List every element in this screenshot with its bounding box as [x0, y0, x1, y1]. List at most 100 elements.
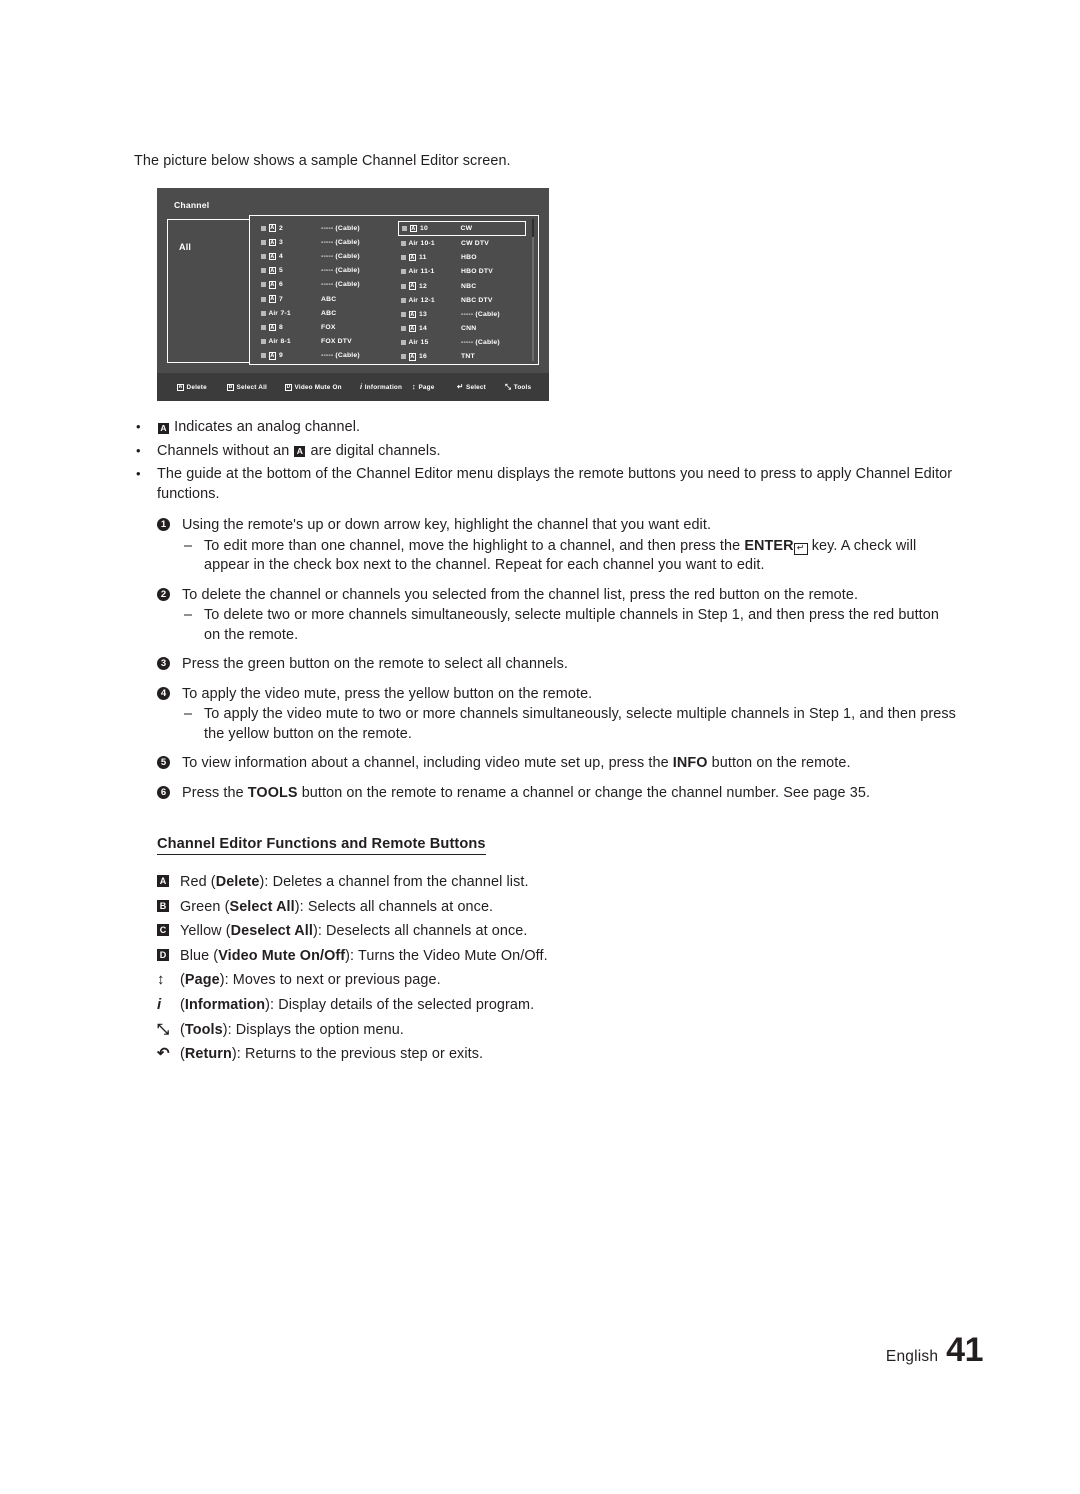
bullet-text-1-post: are digital channels. [306, 442, 441, 459]
tv-channel-row[interactable]: A 12 NBC [398, 279, 526, 293]
guide-item-page[interactable]: ↕ Page [412, 383, 435, 391]
step-number: 4 [157, 686, 170, 700]
channel-name: ----- (Cable) [321, 281, 360, 289]
legend-text-post: ): Moves to next or previous page. [219, 972, 441, 989]
tv-channel-row[interactable]: A 16 TNT [398, 350, 526, 364]
step-text: To view information about a channel, inc… [182, 754, 957, 774]
legend-row: D Blue (Video Mute On/Off): Turns the Vid… [157, 944, 717, 969]
tv-channel-row[interactable]: Air 7-1 ABC [258, 306, 382, 320]
channel-number: 4 [279, 252, 283, 260]
guide-item-label: Information [364, 383, 403, 391]
tv-channel-row[interactable]: A 5 ----- (Cable) [258, 264, 382, 278]
tools-icon: ⤡ [157, 1020, 170, 1038]
guide-item-information[interactable]: i Information [360, 383, 402, 391]
tv-channel-row[interactable]: A 6 ----- (Cable) [258, 278, 382, 292]
tv-channel-row[interactable]: A 8 FOX [258, 320, 382, 334]
channel-checkbox[interactable] [401, 269, 406, 275]
legend-function-name: Delete [215, 874, 260, 890]
tv-channel-row[interactable]: A 3 ----- (Cable) [258, 235, 382, 249]
bullet-text-1-pre: Channels without an [157, 442, 294, 459]
tv-menu-title: Channel [174, 200, 210, 210]
channel-number: 11-1 [420, 268, 435, 276]
guide-item-select[interactable]: ↵ Select [457, 383, 486, 391]
information-icon: i [157, 995, 162, 1013]
guide-item-select-all[interactable]: B Select All [227, 383, 267, 391]
step-number: 6 [157, 785, 170, 799]
legend-function-name: Video Mute On/Off [218, 947, 346, 964]
channel-checkbox[interactable] [401, 297, 406, 303]
analog-badge-icon: A [408, 253, 416, 262]
legend-row: B Green (Select All): Selects all channel… [157, 895, 717, 920]
channel-checkbox[interactable] [401, 311, 406, 317]
step-text: Press the TOOLS button on the remote to … [182, 784, 957, 804]
channel-checkbox[interactable] [261, 296, 266, 302]
tv-list-scrollbar[interactable] [532, 219, 534, 361]
channel-number: 8 [279, 323, 283, 331]
guide-item-delete[interactable]: A Delete [177, 383, 207, 391]
blue-key-icon: D [157, 948, 169, 961]
return-icon: ↶ [157, 1045, 170, 1063]
legend-row: A Red (Delete): Deletes a channel from th… [157, 870, 717, 895]
sub-text-pre: To edit more than one channel, move the … [204, 537, 745, 554]
channel-checkbox[interactable] [401, 283, 406, 289]
channel-checkbox[interactable] [261, 282, 266, 288]
channel-name: ABC [321, 309, 337, 317]
tv-channel-row[interactable]: A 13 ----- (Cable) [398, 307, 526, 321]
notes-bullet-list: A Indicates an analog channel. Channels … [130, 417, 960, 508]
channel-checkbox[interactable] [261, 239, 266, 245]
step-number: 2 [157, 587, 170, 601]
guide-item-tools[interactable]: ⤡ Tools [505, 383, 531, 391]
channel-checkbox[interactable] [401, 340, 406, 346]
legend-text-post: ): Display details of the selected progr… [265, 996, 535, 1013]
legend-row: ↕ (Page): Moves to next or previous page. [157, 968, 717, 993]
channel-checkbox[interactable] [401, 255, 406, 261]
channel-checkbox[interactable] [261, 339, 266, 345]
tv-channel-row[interactable]: Air 10-1 CW DTV [398, 236, 526, 250]
enter-label: ENTER [744, 537, 794, 554]
channel-checkbox[interactable] [261, 225, 266, 231]
step-number: 3 [157, 657, 170, 670]
step-sub-item: To delete two or more channels simultane… [182, 606, 957, 645]
analog-badge-icon: A [408, 324, 416, 333]
tv-channel-row[interactable]: A 7 ABC [258, 292, 382, 306]
tv-channel-row[interactable]: A 14 CNN [398, 322, 526, 336]
channel-name: CNN [461, 325, 477, 333]
tv-channel-row[interactable]: A 10 CW [398, 221, 526, 237]
tv-channel-row[interactable]: Air 11-1 HBO DTV [398, 265, 526, 279]
channel-checkbox[interactable] [261, 324, 266, 330]
green-key-icon: B [157, 899, 169, 912]
tv-channel-row[interactable]: A 11 HBO [398, 251, 526, 265]
channel-checkbox[interactable] [402, 226, 407, 232]
legend-text-post: ): Selects all channels at once. [294, 898, 494, 915]
channel-checkbox[interactable] [261, 268, 266, 274]
tv-channel-row[interactable]: A 4 ----- (Cable) [258, 249, 382, 263]
tv-channel-row[interactable]: Air 12-1 NBC DTV [398, 293, 526, 307]
channel-name: ----- (Cable) [461, 339, 500, 347]
information-icon: i [360, 382, 363, 392]
legend-text-pre: Yellow ( [180, 923, 231, 940]
channel-checkbox[interactable] [401, 326, 406, 332]
channel-checkbox[interactable] [401, 240, 406, 246]
tv-channel-row[interactable]: A 2 ----- (Cable) [258, 221, 382, 235]
channel-number: 6 [279, 281, 283, 289]
channel-checkbox[interactable] [261, 353, 266, 359]
bullet-digital-channels: Channels without an A are digital channe… [130, 441, 960, 462]
tv-channel-list-panel: A 2 ----- (Cable) A 3 ----- (Cable) A 4 ----- (C… [249, 215, 539, 365]
guide-item-video-mute-on[interactable]: D Video Mute On [285, 383, 342, 391]
red-key-icon: A [157, 875, 169, 887]
tv-list-scrollbar-thumb[interactable] [532, 219, 534, 237]
channel-checkbox[interactable] [261, 310, 266, 316]
legend-row: C Yellow (Deselect All): Deselects all ch… [157, 919, 717, 944]
channel-checkbox[interactable] [261, 253, 266, 259]
tv-channel-row[interactable]: A 9 ----- (Cable) [258, 349, 382, 363]
channel-name: ABC [321, 295, 337, 303]
channel-checkbox[interactable] [401, 354, 406, 360]
air-label: Air [268, 338, 278, 346]
analog-badge-icon: A [408, 282, 416, 290]
channel-name: FOX DTV [321, 338, 352, 346]
tv-channel-row[interactable]: Air 15 ----- (Cable) [398, 336, 526, 350]
channel-name: ----- (Cable) [321, 224, 360, 232]
tv-channel-row[interactable]: Air 8-1 FOX DTV [258, 335, 382, 349]
tv-category-all[interactable]: All [179, 242, 191, 252]
channel-name: HBO DTV [461, 268, 493, 276]
